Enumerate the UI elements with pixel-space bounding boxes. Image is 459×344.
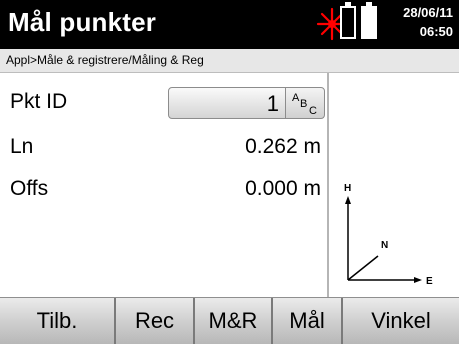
axis-n-label: N	[381, 240, 388, 251]
softkey-measure[interactable]: Mål	[273, 298, 343, 344]
battery-icon	[340, 2, 356, 39]
pkt-id-input[interactable]: 1	[168, 87, 286, 119]
abc-input-icon: A B C	[292, 92, 317, 117]
panel-divider	[327, 73, 329, 297]
ln-label: Ln	[10, 135, 34, 158]
breadcrumb: Appl>Måle & registrere/Måling & Reg	[0, 49, 459, 73]
axis-h-label: H	[344, 183, 351, 194]
ln-value: 0.262 m	[245, 135, 321, 158]
date-text: 28/06/11	[403, 5, 453, 20]
title-bar: Mål punkter 28/06/11 06:50	[0, 0, 459, 49]
offs-label: Offs	[10, 177, 49, 200]
svg-text:B: B	[300, 98, 307, 110]
page-title: Mål punkter	[8, 7, 157, 37]
softkey-measure-record[interactable]: M&R	[195, 298, 273, 344]
pkt-id-label: Pkt ID	[10, 90, 68, 113]
battery-icon	[361, 2, 377, 39]
axis-diagram: H N E	[344, 183, 433, 287]
softkey-bar: Tilb. Rec M&R Mål Vinkel	[0, 297, 459, 344]
offs-value: 0.000 m	[245, 177, 321, 200]
softkey-angle[interactable]: Vinkel	[343, 298, 459, 344]
pkt-id-value: 1	[266, 91, 279, 116]
svg-text:A: A	[292, 92, 300, 104]
breadcrumb-text: Appl>Måle & registrere/Måling & Reg	[6, 53, 204, 67]
softkey-back[interactable]: Tilb.	[0, 298, 116, 344]
main-panel: Pkt ID 1 A B C Ln 0.262 m Offs 0.000 m H…	[0, 73, 459, 297]
axis-e-label: E	[426, 276, 433, 287]
datetime: 28/06/11 06:50	[403, 3, 453, 41]
softkey-rec[interactable]: Rec	[116, 298, 195, 344]
svg-text:C: C	[309, 105, 317, 117]
input-mode-abc-button[interactable]: A B C	[285, 87, 325, 119]
time-text: 06:50	[419, 24, 453, 39]
